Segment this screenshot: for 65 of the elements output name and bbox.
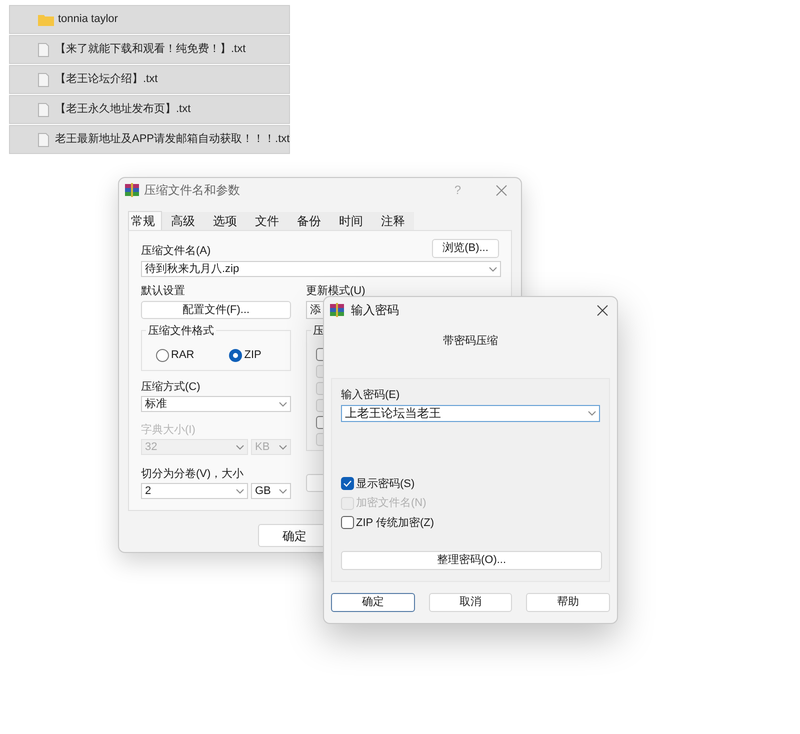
- checkbox-label: 加密文件名(N): [356, 496, 426, 511]
- folder-icon: [38, 14, 54, 26]
- document-icon: [38, 72, 49, 86]
- tab[interactable]: 时间: [330, 212, 372, 230]
- file-name: 老王最新地址及APP请发邮箱自动获取！！！.txt: [55, 132, 290, 148]
- window-title: 压缩文件名和参数: [144, 182, 241, 199]
- tab[interactable]: 高级: [162, 212, 204, 230]
- file-name: 【老王论坛介绍】.txt: [55, 72, 158, 88]
- archive-icon: [125, 183, 139, 197]
- radio-label: ZIP: [244, 348, 262, 363]
- radio-label: RAR: [171, 348, 194, 363]
- file-row[interactable]: tonnia taylor: [9, 5, 290, 34]
- button[interactable]: 取消: [428, 592, 512, 612]
- dialog-heading: 带密码压缩: [443, 334, 498, 349]
- chevron-down-icon: [588, 410, 596, 416]
- button[interactable]: 配置文件(F)...: [141, 301, 291, 319]
- chevron-down-icon: [279, 402, 287, 406]
- button[interactable]: 帮助: [526, 592, 610, 612]
- tab[interactable]: 注释: [372, 212, 414, 230]
- document-icon: [38, 132, 49, 146]
- chevron-down-icon: [279, 488, 287, 494]
- radio-button[interactable]: [229, 348, 242, 362]
- close-icon: [597, 304, 608, 316]
- tab[interactable]: 常规: [128, 211, 162, 230]
- chevron-down-icon: [236, 444, 244, 450]
- file-row[interactable]: 老王最新地址及APP请发邮箱自动获取！！！.txt: [9, 125, 290, 154]
- chevron-down-icon: [279, 444, 287, 450]
- close-button[interactable]: [597, 304, 608, 316]
- field-label: 切分为分卷(V)，大小: [141, 467, 245, 481]
- dropdown[interactable]: 2: [141, 483, 248, 499]
- password-field[interactable]: 上老王论坛当老王: [341, 404, 600, 422]
- file-name: tonnia taylor: [58, 12, 118, 28]
- file-name: 【老王永久地址发布页】.txt: [55, 102, 191, 118]
- tab[interactable]: 文件: [246, 212, 288, 230]
- field-label: 更新模式(U): [306, 284, 366, 298]
- chevron-down-icon: [236, 488, 244, 494]
- field-label: 字典大小(I): [141, 423, 196, 437]
- button[interactable]: 浏览(B)...: [432, 239, 499, 258]
- button[interactable]: 确定: [331, 592, 415, 612]
- tab[interactable]: 备份: [288, 212, 330, 230]
- close-icon: [496, 184, 507, 196]
- file-row[interactable]: 【来了就能下载和观看！纯免费！】.txt: [9, 35, 290, 64]
- dropdown[interactable]: GB: [251, 483, 291, 499]
- dropdown[interactable]: 标准: [141, 396, 291, 412]
- group-label: 压缩文件格式: [146, 324, 216, 338]
- button[interactable]: 整理密码(O)...: [341, 550, 602, 570]
- file-row[interactable]: 【老王论坛介绍】.txt: [9, 65, 290, 94]
- file-name: 【来了就能下载和观看！纯免费！】.txt: [55, 42, 246, 58]
- document-icon: [38, 42, 49, 56]
- field-label: 默认设置: [141, 284, 186, 298]
- checkbox-label: ZIP 传统加密(Z): [356, 516, 434, 530]
- field-label: 压缩文件名(A): [141, 244, 211, 258]
- file-row[interactable]: 【老王永久地址发布页】.txt: [9, 95, 290, 124]
- checkbox[interactable]: [341, 516, 354, 530]
- archive-icon: [330, 303, 344, 317]
- field-label: 压缩方式(C): [141, 380, 202, 394]
- window-title: 输入密码: [351, 302, 400, 319]
- checkbox-label: 显示密码(S): [356, 476, 415, 492]
- filename-dropdown[interactable]: 待到秋来九月八.zip: [141, 261, 501, 277]
- tab[interactable]: 选项: [204, 212, 246, 230]
- field-label: 输入密码(E): [341, 388, 401, 402]
- chevron-down-icon: [489, 266, 497, 272]
- checkbox[interactable]: [341, 477, 354, 490]
- document-icon: [38, 102, 49, 116]
- radio-button[interactable]: [156, 348, 169, 362]
